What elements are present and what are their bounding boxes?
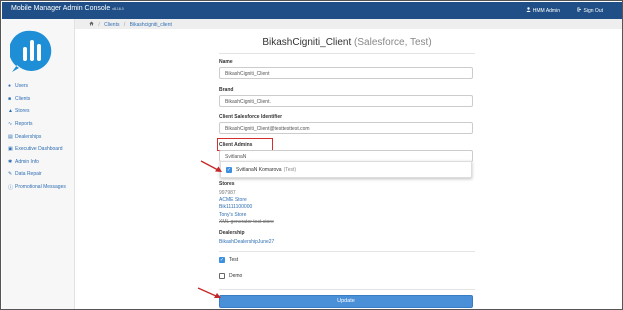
name-label: Name bbox=[219, 59, 233, 65]
client-name-heading: BikashCigniti_Client bbox=[262, 37, 352, 48]
test-checkbox-row[interactable]: ✓ Test bbox=[219, 257, 238, 263]
divider bbox=[219, 289, 475, 290]
sidebar-item-admin-info[interactable]: ✱ Admin Info bbox=[8, 156, 66, 169]
app-version: v8.16.0 bbox=[112, 7, 124, 11]
breadcrumb-current[interactable]: Bikashcigniti_client bbox=[130, 22, 172, 28]
page-title: BikashCigniti_Client (Salesforce, Test) bbox=[219, 37, 475, 48]
salesforce-id-input[interactable]: BikashCigniti_Client@testtesttest.com bbox=[219, 122, 473, 134]
client-admins-label: Client Admins bbox=[219, 142, 253, 148]
admin-info-icon: ✱ bbox=[8, 158, 13, 165]
demo-checkbox[interactable] bbox=[219, 273, 225, 279]
dealership-label: Dealership bbox=[219, 230, 245, 236]
wrench-icon: ✎ bbox=[8, 171, 13, 178]
breadcrumb: / Clients / Bikashcigniti_client bbox=[75, 19, 622, 29]
test-checkbox[interactable]: ✓ bbox=[219, 257, 225, 263]
sidebar: ● Users ■ Clients ▲ Stores ∿ Reports ▤ Dealer… bbox=[2, 19, 75, 309]
store-link[interactable]: Tony's Store bbox=[219, 212, 274, 219]
user-icon bbox=[526, 7, 531, 14]
sidebar-item-dealerships[interactable]: ▤ Dealerships bbox=[8, 130, 66, 143]
sidebar-item-users[interactable]: ● Users bbox=[8, 80, 66, 93]
clients-icon: ■ bbox=[8, 95, 12, 102]
sidebar-item-stores[interactable]: ▲ Stores bbox=[8, 105, 66, 118]
suggestion-checkbox[interactable]: ✓ bbox=[226, 167, 232, 173]
dealerships-icon: ▤ bbox=[8, 133, 13, 140]
sidebar-item-promotional-messages[interactable]: ⓘ Promotional Messages bbox=[8, 181, 66, 194]
brand-label: Brand bbox=[219, 87, 234, 93]
store-link[interactable]: ACME Store bbox=[219, 197, 274, 204]
divider bbox=[219, 53, 475, 54]
reports-icon: ∿ bbox=[8, 121, 13, 128]
breadcrumb-separator: / bbox=[98, 22, 100, 28]
sidebar-item-reports[interactable]: ∿ Reports bbox=[8, 118, 66, 131]
test-label: Test bbox=[229, 257, 239, 263]
sidebar-item-clients[interactable]: ■ Clients bbox=[8, 93, 66, 106]
breadcrumb-clients[interactable]: Clients bbox=[104, 22, 119, 28]
sign-out-link[interactable]: Sign Out bbox=[577, 7, 603, 14]
stores-list: 997987 ACME Store Bik1111100000 Tony's S… bbox=[219, 190, 274, 226]
home-icon[interactable] bbox=[89, 21, 95, 28]
divider bbox=[219, 251, 475, 252]
suggestion-tag: (Test) bbox=[283, 167, 297, 173]
store-item: 997987 bbox=[219, 190, 236, 196]
salesforce-id-label: Client Salesforce Identifier bbox=[219, 114, 283, 120]
suggestion-item[interactable]: ✓ SvitlanaN Komarova (Test) bbox=[226, 167, 296, 173]
client-admins-suggestions: ✓ SvitlanaN Komarova (Test) bbox=[220, 161, 472, 178]
store-item-removed: XML generator test store bbox=[219, 218, 274, 225]
brand-input[interactable]: BikashCigniti_Client. bbox=[219, 95, 473, 107]
stores-label: Stores bbox=[219, 181, 235, 187]
sign-out-icon bbox=[577, 7, 582, 14]
user-menu[interactable]: HMM Admin bbox=[526, 7, 560, 14]
stores-icon: ▲ bbox=[8, 108, 13, 115]
sidebar-item-data-repair[interactable]: ✎ Data Repair bbox=[8, 168, 66, 181]
suggestion-name: SvitlanaN Komarova bbox=[236, 167, 282, 173]
sign-out-label: Sign Out bbox=[583, 8, 603, 14]
demo-checkbox-row[interactable]: Demo bbox=[219, 273, 242, 279]
breadcrumb-separator: / bbox=[123, 22, 126, 28]
client-type-heading: (Salesforce, Test) bbox=[354, 37, 432, 48]
users-icon: ● bbox=[8, 83, 12, 90]
sidebar-menu: ● Users ■ Clients ▲ Stores ∿ Reports ▤ Dealer… bbox=[8, 80, 66, 193]
app-logo bbox=[10, 30, 52, 72]
dashboard-icon: ▣ bbox=[8, 146, 13, 153]
info-icon: ⓘ bbox=[8, 184, 14, 191]
name-input[interactable]: BikashCigniti_Client bbox=[219, 67, 473, 79]
dealership-link[interactable]: BikashDealershipJune27 bbox=[219, 239, 274, 245]
top-navbar: Mobile Manager Admin Console v8.16.0 HMM … bbox=[2, 2, 622, 19]
sidebar-item-executive-dashboard[interactable]: ▣ Executive Dashboard bbox=[8, 143, 66, 156]
app-title[interactable]: Mobile Manager Admin Console v8.16.0 bbox=[11, 5, 124, 12]
update-button[interactable]: Update bbox=[219, 295, 473, 308]
demo-label: Demo bbox=[229, 273, 243, 279]
user-label: HMM Admin bbox=[532, 8, 560, 14]
store-link[interactable]: Bik1111100000 bbox=[219, 204, 274, 211]
app-window: Mobile Manager Admin Console v8.16.0 HMM … bbox=[0, 0, 623, 310]
